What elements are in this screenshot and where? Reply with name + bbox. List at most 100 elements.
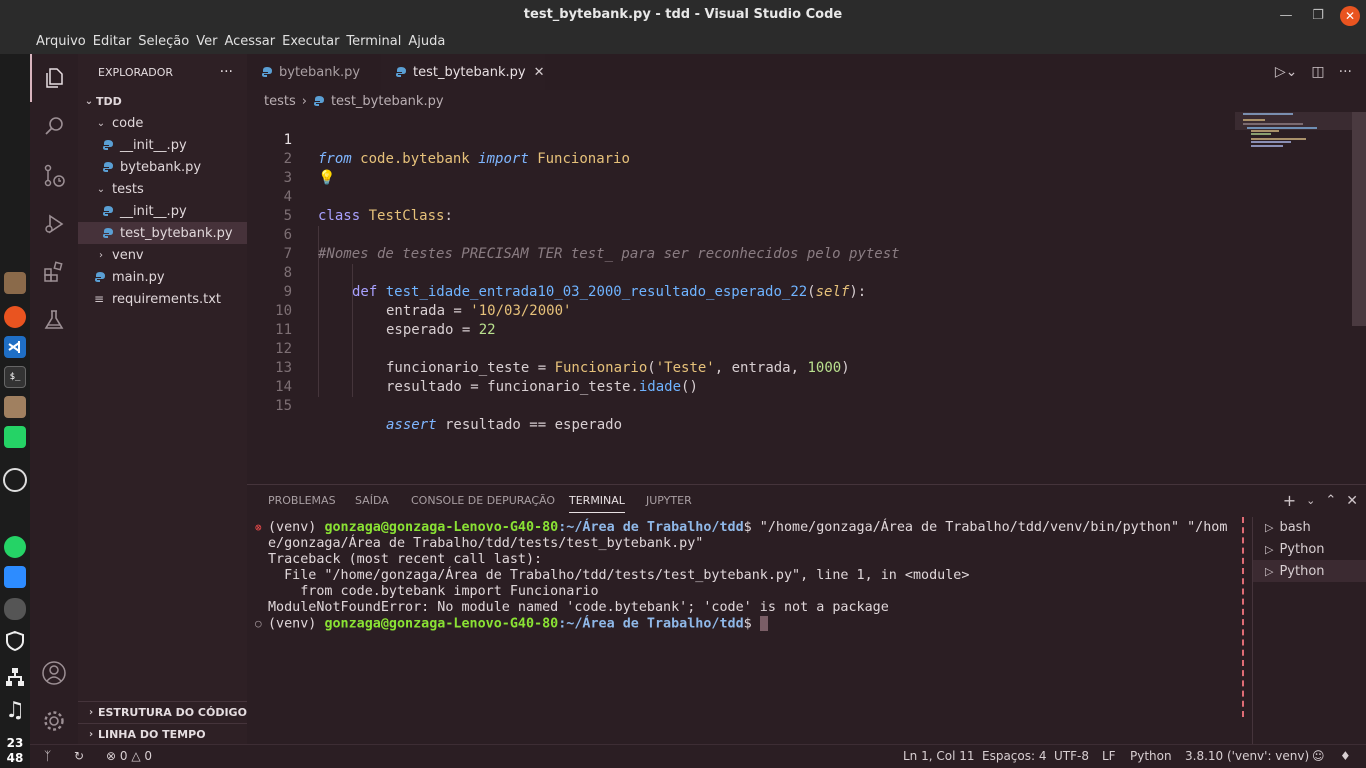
tree-file-test-bytebank[interactable]: test_bytebank.py bbox=[78, 222, 247, 244]
extensions-activity[interactable] bbox=[30, 248, 78, 296]
panel-tab-output[interactable]: SAÍDA bbox=[355, 494, 389, 507]
terminal-dropdown-icon[interactable]: ⌄ bbox=[1306, 491, 1315, 511]
terminal-item-python[interactable]: ▷ Python bbox=[1253, 538, 1366, 560]
window-title: test_bytebank.py - tdd - Visual Studio C… bbox=[523, 7, 843, 22]
tab-label: test_bytebank.py bbox=[413, 64, 526, 80]
terminal-output[interactable]: ⊗ (venv) gonzaga@gonzaga-Lenovo-G40-80:~… bbox=[247, 517, 1244, 745]
tree-file-main[interactable]: main.py bbox=[78, 266, 247, 288]
more-actions-icon[interactable]: ··· bbox=[1339, 64, 1352, 80]
close-tab-icon[interactable]: ✕ bbox=[534, 65, 545, 80]
explorer-header: EXPLORADOR ··· bbox=[78, 54, 247, 90]
cursor-position[interactable]: Ln 1, Col 11 bbox=[903, 749, 975, 763]
menu-selecao[interactable]: Seleção bbox=[138, 32, 189, 54]
linux-mint-icon[interactable] bbox=[3, 468, 27, 492]
bell-icon[interactable]: ♦ bbox=[1340, 749, 1351, 763]
tree-folder-code[interactable]: ⌄ code bbox=[78, 112, 247, 134]
manage-activity[interactable] bbox=[30, 697, 78, 745]
language-status[interactable]: Python bbox=[1130, 749, 1172, 763]
tab-bytebank[interactable]: bytebank.py bbox=[247, 54, 381, 90]
menu-executar[interactable]: Executar bbox=[282, 32, 339, 54]
problems-status[interactable]: ⊗ 0 △ 0 bbox=[106, 749, 152, 763]
terminal-item-python-active[interactable]: ▷ Python bbox=[1253, 560, 1366, 582]
gear-icon bbox=[44, 711, 64, 731]
explorer-activity[interactable] bbox=[30, 54, 78, 102]
interpreter-status[interactable]: 3.8.10 ('venv': venv) bbox=[1185, 749, 1309, 763]
panel-actions: + ⌄ ⌃ ✕ bbox=[1283, 491, 1358, 511]
terminal-app-icon[interactable]: $_ bbox=[4, 366, 26, 388]
run-debug-icon bbox=[45, 214, 64, 234]
close-window-button[interactable]: ✕ bbox=[1340, 6, 1360, 26]
panel-tab-problems[interactable]: PROBLEMAS bbox=[268, 494, 336, 507]
minimap[interactable] bbox=[1235, 112, 1366, 484]
explorer-more-button[interactable]: ··· bbox=[220, 64, 233, 80]
panel-tab-jupyter[interactable]: JUPYTER bbox=[646, 494, 692, 507]
minimize-button[interactable]: — bbox=[1276, 6, 1296, 26]
tree-file-requirements[interactable]: ≡ requirements.txt bbox=[78, 288, 247, 310]
panel-tab-terminal[interactable]: TERMINAL bbox=[569, 494, 625, 513]
source-control-status-icon[interactable]: ᛉ bbox=[44, 749, 51, 763]
encoding-status[interactable]: UTF-8 bbox=[1054, 749, 1089, 763]
search-activity[interactable] bbox=[30, 102, 78, 150]
idle-circle-icon: ○ bbox=[255, 617, 262, 630]
zoom-icon[interactable] bbox=[4, 566, 26, 588]
menu-arquivo[interactable]: Arquivo bbox=[36, 32, 86, 54]
tree-root-tdd[interactable]: ⌄ TDD bbox=[78, 90, 247, 112]
restore-button[interactable]: ❐ bbox=[1308, 6, 1328, 26]
source-control-activity[interactable] bbox=[30, 152, 78, 200]
whatsapp-icon[interactable] bbox=[4, 426, 26, 448]
indentation-status[interactable]: Espaços: 4 bbox=[982, 749, 1047, 763]
files-icon bbox=[46, 68, 63, 88]
menu-editar[interactable]: Editar bbox=[93, 32, 132, 54]
bluetooth-icon[interactable] bbox=[4, 598, 26, 620]
testing-activity[interactable] bbox=[30, 296, 78, 344]
editor-actions: ▷⌄ ◫ ··· bbox=[1275, 64, 1352, 80]
terminal-item-bash[interactable]: ▷ bash bbox=[1253, 516, 1366, 538]
timeline-section[interactable]: › LINHA DO TEMPO bbox=[78, 723, 247, 745]
vscode-icon[interactable] bbox=[4, 336, 26, 358]
breadcrumb-file[interactable]: test_bytebank.py bbox=[331, 94, 444, 109]
accounts-activity[interactable] bbox=[30, 649, 78, 697]
code-line: 13 resultado = funcionario_teste.idade() bbox=[247, 340, 1235, 395]
code-editor[interactable]: 1 from code.bytebank import Funcionario … bbox=[247, 112, 1235, 484]
eol-status[interactable]: LF bbox=[1102, 749, 1116, 763]
menu-terminal[interactable]: Terminal bbox=[346, 32, 401, 54]
tree-file-code-init[interactable]: __init__.py bbox=[78, 134, 247, 156]
maximize-panel-icon[interactable]: ⌃ bbox=[1325, 491, 1336, 511]
feedback-icon[interactable]: ☺ bbox=[1312, 749, 1325, 763]
tree-file-tests-init[interactable]: __init__.py bbox=[78, 200, 247, 222]
menu-ver[interactable]: Ver bbox=[196, 32, 217, 54]
whatsapp-notify-icon[interactable] bbox=[4, 536, 26, 558]
run-file-icon[interactable]: ▷⌄ bbox=[1275, 64, 1298, 80]
terminal-line: File "/home/gonzaga/Área de Trabalho/tdd… bbox=[268, 568, 970, 583]
tree-folder-venv[interactable]: › venv bbox=[78, 244, 247, 266]
editor-scrollbar[interactable] bbox=[1352, 112, 1366, 326]
tab-label: bytebank.py bbox=[279, 64, 361, 80]
new-terminal-icon[interactable]: + bbox=[1283, 491, 1296, 511]
menu-ajuda[interactable]: Ajuda bbox=[408, 32, 445, 54]
music-icon[interactable]: ♫ bbox=[4, 700, 26, 722]
files-folder-icon[interactable] bbox=[4, 272, 26, 294]
tree-item-label: requirements.txt bbox=[112, 291, 222, 307]
folder-icon[interactable] bbox=[4, 396, 26, 418]
run-debug-activity[interactable] bbox=[30, 200, 78, 248]
network-icon[interactable] bbox=[4, 666, 26, 688]
firefox-icon[interactable] bbox=[4, 306, 26, 328]
close-panel-icon[interactable]: ✕ bbox=[1346, 491, 1358, 511]
menu-bar: Arquivo Editar Seleção Ver Acessar Execu… bbox=[0, 32, 1366, 54]
shield-icon[interactable] bbox=[4, 630, 26, 652]
terminal-line: Traceback (most recent call last): bbox=[268, 552, 543, 567]
terminal-scrollbar[interactable] bbox=[1241, 517, 1244, 717]
menu-acessar[interactable]: Acessar bbox=[224, 32, 275, 54]
panel-tab-debug-console[interactable]: CONSOLE DE DEPURAÇÃO bbox=[411, 494, 555, 507]
tree-folder-tests[interactable]: ⌄ tests bbox=[78, 178, 247, 200]
tree-file-bytebank[interactable]: bytebank.py bbox=[78, 156, 247, 178]
code-line: 4 class TestClass: bbox=[247, 169, 1235, 224]
activity-bar bbox=[30, 54, 78, 744]
sync-status-icon[interactable]: ↻ bbox=[74, 749, 84, 763]
split-editor-icon[interactable]: ◫ bbox=[1311, 64, 1324, 80]
timeline-label: LINHA DO TEMPO bbox=[98, 728, 206, 741]
terminal-line: from code.bytebank import Funcionario bbox=[268, 584, 599, 599]
outline-section[interactable]: › ESTRUTURA DO CÓDIGO bbox=[78, 701, 247, 723]
breadcrumb-folder[interactable]: tests bbox=[264, 94, 296, 109]
tab-test-bytebank[interactable]: test_bytebank.py ✕ bbox=[381, 54, 545, 90]
